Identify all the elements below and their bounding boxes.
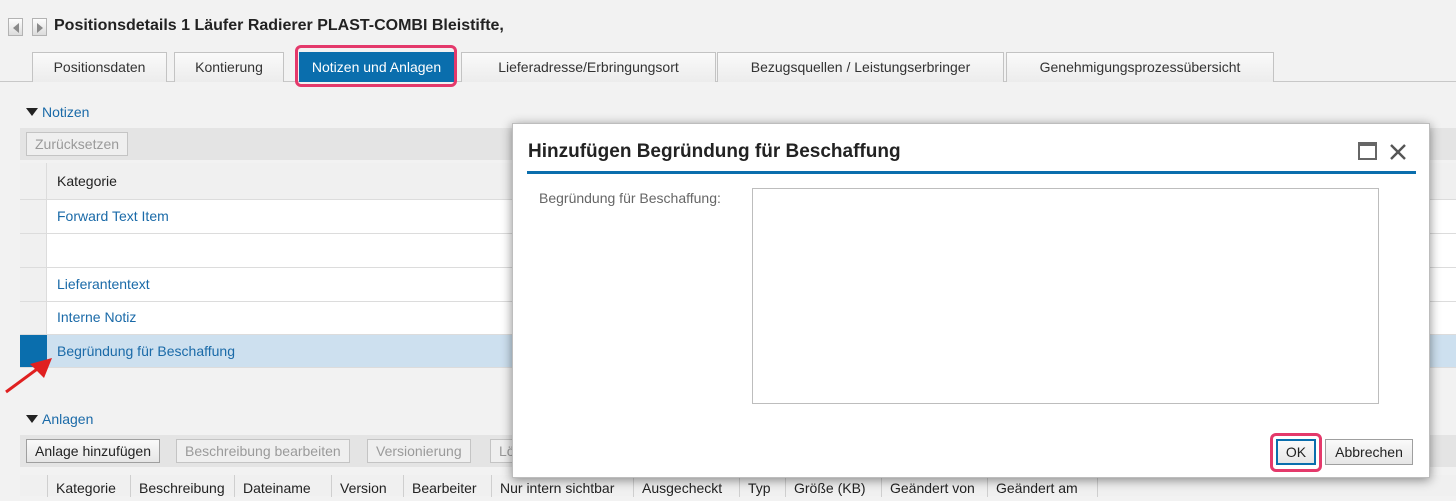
column-header[interactable]: Dateiname [235, 475, 332, 497]
triangle-right-icon [37, 23, 43, 33]
column-header[interactable]: Ausgecheckt [634, 475, 740, 497]
select-all-cell[interactable] [20, 163, 47, 199]
column-header-kategorie[interactable]: Kategorie [57, 173, 117, 189]
collapse-triangle-icon [26, 415, 38, 423]
versioning-button[interactable]: Versionierung [367, 439, 471, 463]
page-title: Positionsdetails 1 Läufer Radierer PLAST… [54, 17, 504, 34]
row-selector[interactable] [20, 302, 47, 334]
dialog-title: Hinzufügen Begründung für Beschaffung [528, 141, 901, 162]
select-all-cell[interactable] [20, 475, 48, 497]
tab-highlight-frame [295, 45, 457, 87]
ok-button[interactable]: OK [1276, 439, 1316, 465]
attachments-section-title: Anlagen [42, 411, 94, 427]
collapse-triangle-icon [26, 108, 38, 116]
notes-section-title: Notizen [42, 104, 90, 120]
column-header[interactable]: Kategorie [48, 475, 131, 497]
row-link[interactable]: Interne Notiz [57, 309, 136, 325]
column-header[interactable]: Beschreibung [131, 475, 235, 497]
column-header[interactable]: Geändert am [988, 475, 1098, 497]
tab-lieferadresse[interactable]: Lieferadresse/Erbringungsort [461, 52, 716, 82]
nav-forward-button[interactable] [32, 18, 47, 36]
row-link[interactable]: Forward Text Item [57, 208, 169, 224]
maximize-icon[interactable] [1358, 142, 1377, 160]
add-justification-dialog: Hinzufügen Begründung für Beschaffung Be… [512, 123, 1430, 478]
column-header[interactable]: Nur intern sichtbar [492, 475, 634, 497]
tab-positionsdaten[interactable]: Positionsdaten [32, 52, 167, 82]
title-bar: Positionsdetails 1 Läufer Radierer PLAST… [0, 0, 1456, 52]
dialog-title-divider [527, 171, 1416, 174]
pointer-arrow-icon [5, 358, 52, 394]
justification-label: Begründung für Beschaffung: [539, 190, 721, 206]
column-header[interactable]: Version [332, 475, 404, 497]
nav-back-button[interactable] [8, 18, 23, 36]
column-header[interactable]: Geändert von [882, 475, 988, 497]
row-selector[interactable] [20, 268, 47, 301]
tab-kontierung[interactable]: Kontierung [174, 52, 284, 82]
column-header[interactable]: Größe (KB) [786, 475, 882, 497]
row-selector[interactable] [20, 200, 47, 233]
add-attachment-button[interactable]: Anlage hinzufügen [26, 439, 160, 463]
column-header[interactable]: Typ [740, 475, 786, 497]
attachments-section-header[interactable]: Anlagen [26, 411, 93, 427]
tab-strip: Positionsdaten Kontierung Notizen und An… [0, 52, 1456, 82]
tab-bezugsquellen[interactable]: Bezugsquellen / Leistungserbringer [717, 52, 1004, 82]
row-link[interactable]: Begründung für Beschaffung [57, 343, 235, 359]
justification-textarea[interactable] [752, 188, 1379, 404]
reset-button[interactable]: Zurücksetzen [26, 132, 129, 156]
cancel-button[interactable]: Abbrechen [1325, 439, 1413, 465]
attachments-table-header: Kategorie Beschreibung Dateiname Version… [20, 475, 1456, 497]
tab-genehmigungsprozess[interactable]: Genehmigungsprozessübersicht [1006, 52, 1274, 82]
close-icon[interactable] [1388, 142, 1408, 162]
triangle-left-icon [13, 23, 19, 33]
row-link[interactable]: Lieferantentext [57, 276, 150, 292]
row-selector[interactable] [20, 234, 47, 267]
edit-description-button[interactable]: Beschreibung bearbeiten [176, 439, 350, 463]
notes-section-header[interactable]: Notizen [26, 104, 89, 120]
column-header[interactable]: Bearbeiter [404, 475, 492, 497]
